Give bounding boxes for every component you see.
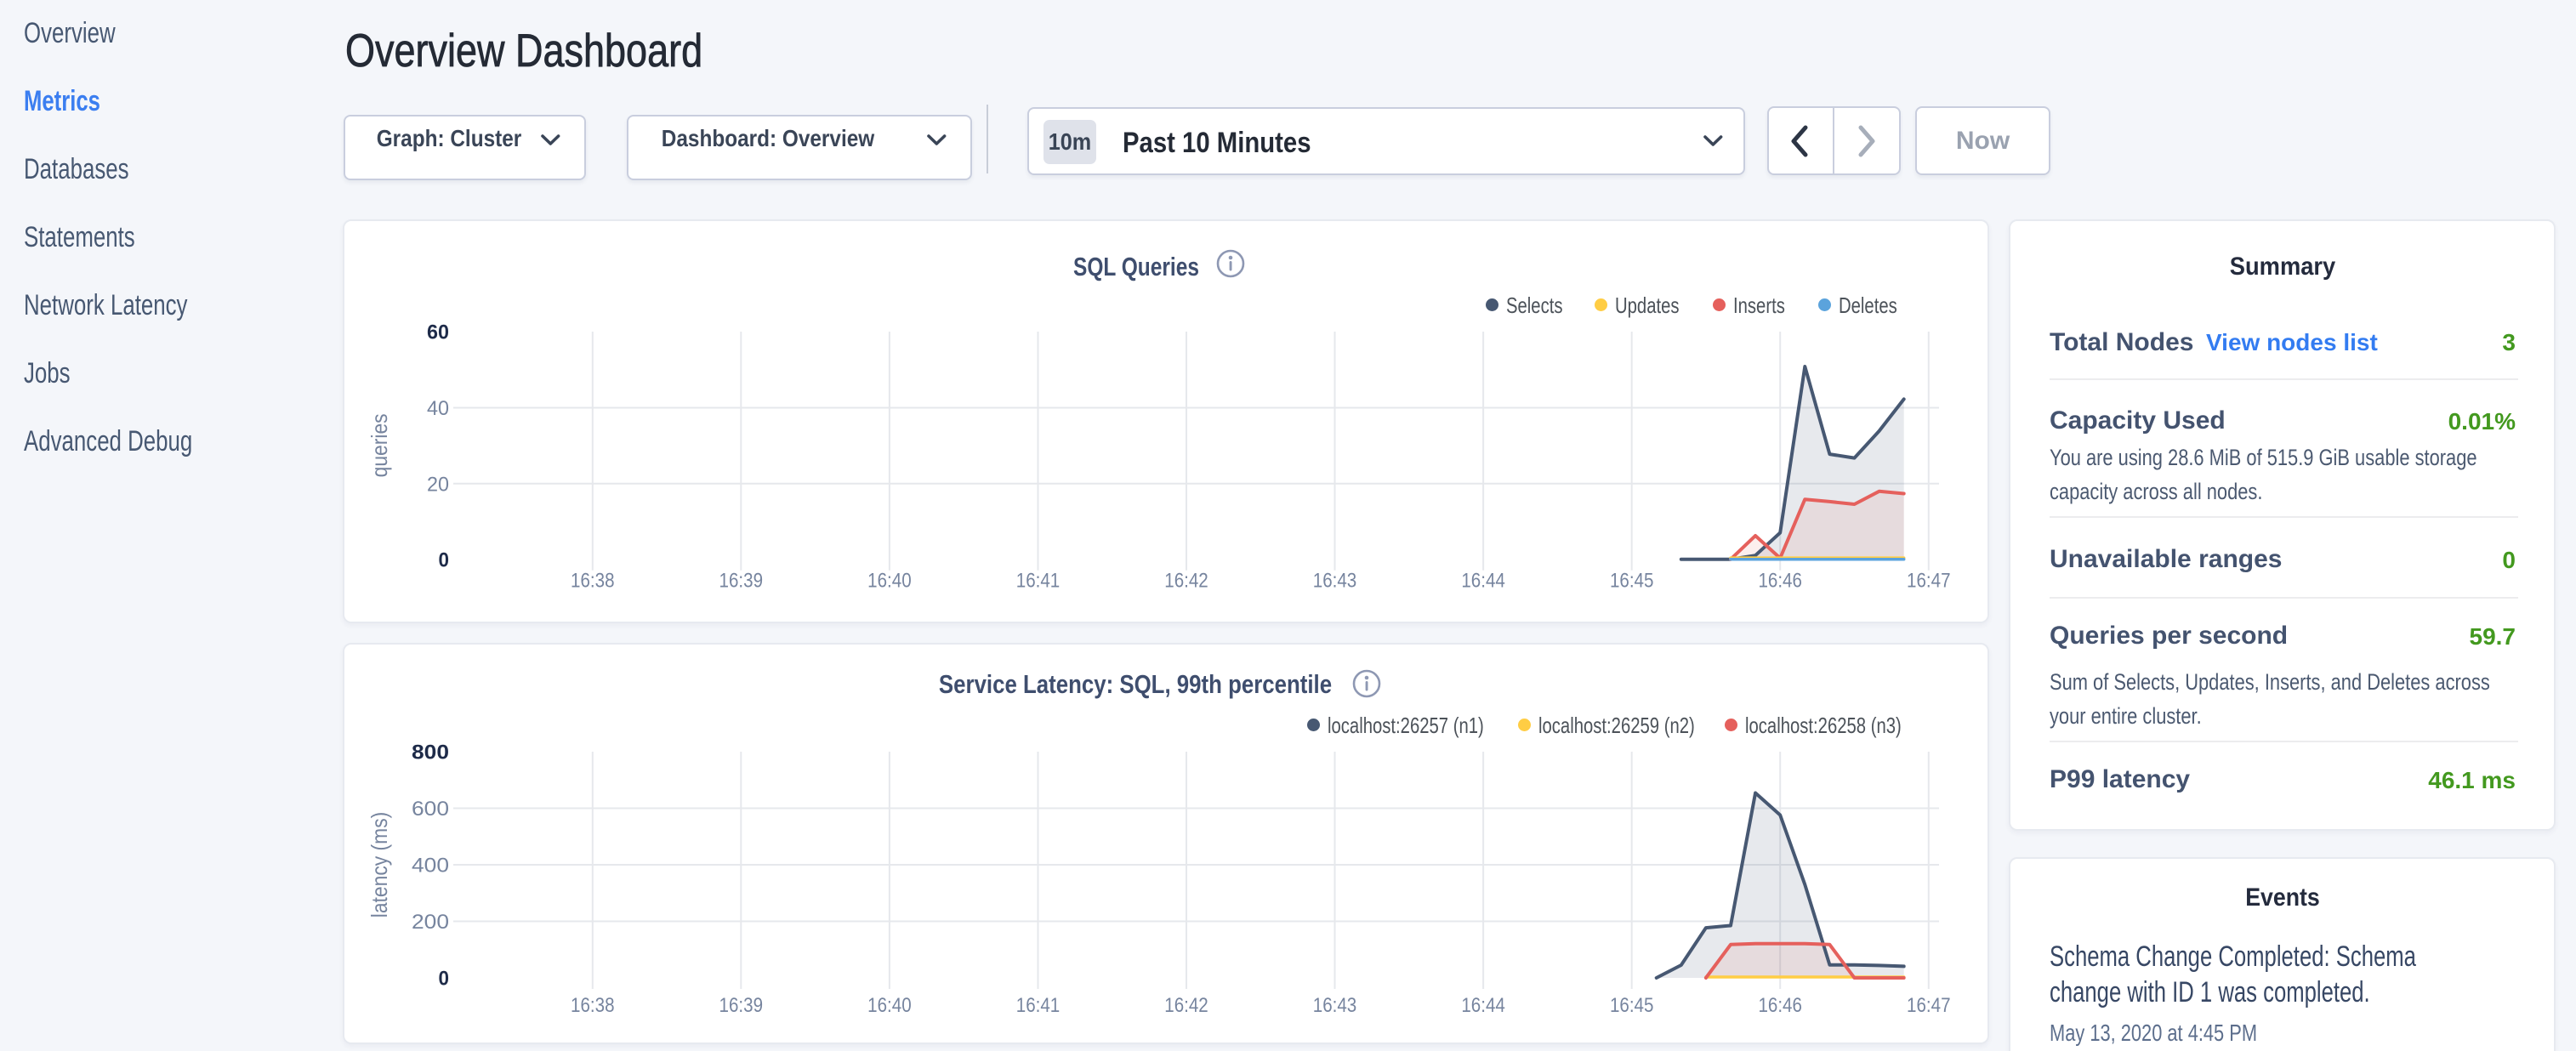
svg-text:16:41: 16:41 <box>1016 994 1061 1017</box>
svg-text:16:43: 16:43 <box>1313 569 1357 592</box>
svg-text:16:39: 16:39 <box>719 569 764 592</box>
svg-text:16:47: 16:47 <box>1907 569 1951 592</box>
svg-text:16:38: 16:38 <box>571 569 615 592</box>
svg-text:16:40: 16:40 <box>867 994 912 1017</box>
svg-text:16:46: 16:46 <box>1758 994 1802 1017</box>
svg-text:16:45: 16:45 <box>1610 569 1654 592</box>
svg-text:latency (ms): latency (ms) <box>368 812 393 917</box>
svg-text:20: 20 <box>427 473 449 496</box>
svg-text:0: 0 <box>439 548 450 571</box>
svg-text:16:38: 16:38 <box>571 994 615 1017</box>
svg-text:16:40: 16:40 <box>867 569 912 592</box>
svg-text:40: 40 <box>427 397 449 420</box>
svg-text:16:39: 16:39 <box>719 994 764 1017</box>
svg-text:16:46: 16:46 <box>1758 569 1802 592</box>
svg-text:0: 0 <box>439 968 450 991</box>
svg-text:16:41: 16:41 <box>1016 569 1061 592</box>
svg-text:queries: queries <box>368 413 393 477</box>
svg-text:16:47: 16:47 <box>1907 994 1951 1017</box>
svg-text:16:44: 16:44 <box>1461 994 1505 1017</box>
svg-text:16:45: 16:45 <box>1610 994 1654 1017</box>
svg-text:16:42: 16:42 <box>1164 569 1208 592</box>
svg-text:16:43: 16:43 <box>1313 994 1357 1017</box>
svg-text:200: 200 <box>412 911 449 934</box>
svg-text:800: 800 <box>412 741 449 764</box>
svg-text:16:42: 16:42 <box>1164 994 1208 1017</box>
svg-text:600: 600 <box>412 798 449 821</box>
svg-text:16:44: 16:44 <box>1461 569 1505 592</box>
svg-text:400: 400 <box>412 855 449 878</box>
svg-text:60: 60 <box>427 321 449 344</box>
